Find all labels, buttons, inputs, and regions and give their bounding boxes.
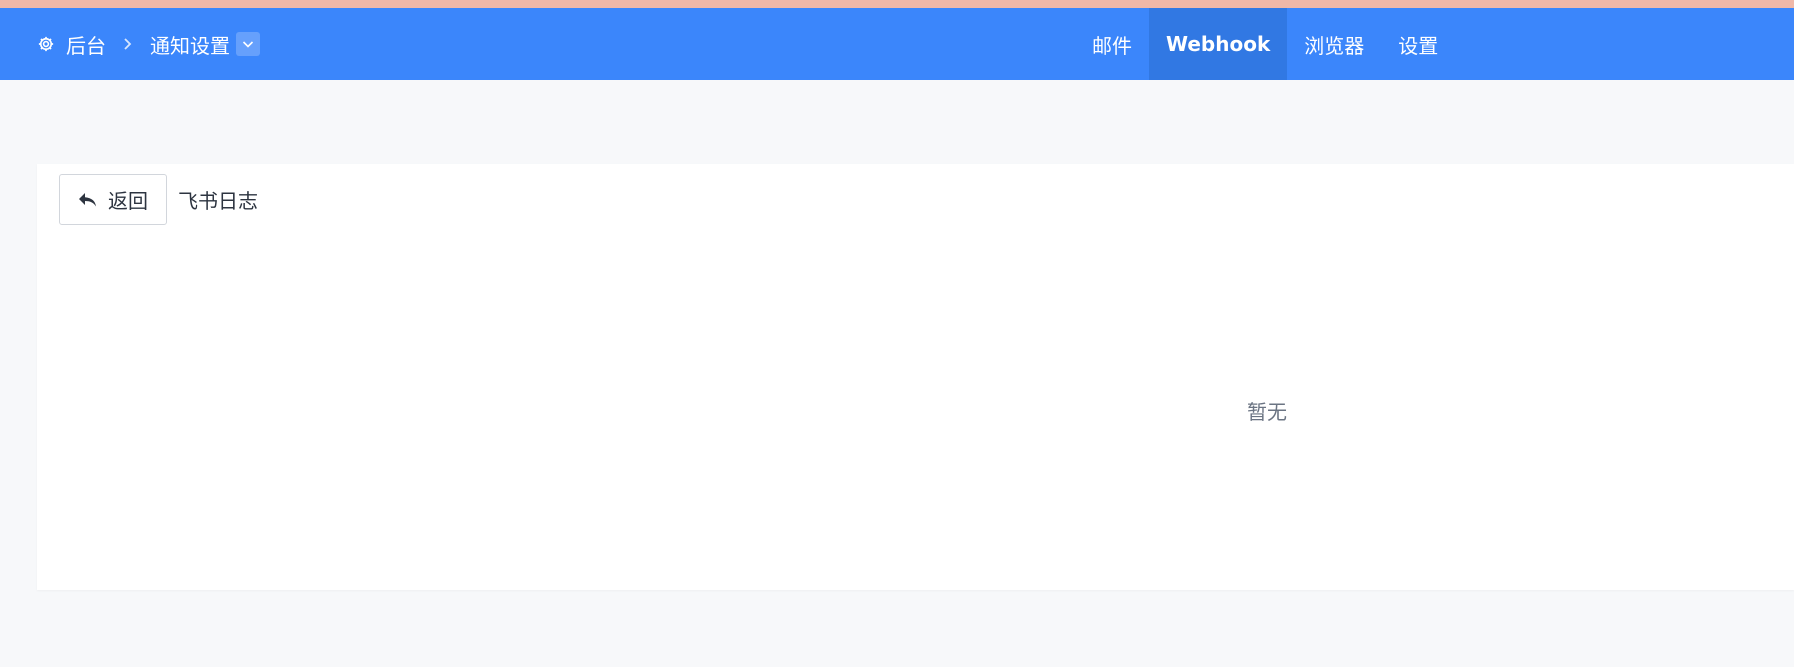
empty-state-text: 暂无 [1247,400,1287,424]
back-button-label: 返回 [108,189,148,213]
nav-item-webhook[interactable]: Webhook [1149,8,1288,80]
back-button[interactable]: 返回 [59,174,167,225]
app-header: 后台 通知设置 邮件 Webhook 浏览器 设置 [0,8,1794,80]
nav-item-settings[interactable]: 设置 [1381,8,1455,80]
log-panel: 返回 飞书日志 暂无 [37,164,1794,590]
reply-arrow-icon [78,190,100,210]
gear-icon [36,34,56,54]
breadcrumb-root-link[interactable]: 后台 [66,30,106,59]
panel-title: 飞书日志 [178,189,258,213]
nav-item-browser[interactable]: 浏览器 [1287,8,1381,80]
chevron-down-icon[interactable] [236,32,260,56]
top-color-strip [0,0,1794,8]
top-nav: 邮件 Webhook 浏览器 设置 [1075,8,1455,80]
chevron-right-icon [118,35,136,53]
breadcrumb-current: 通知设置 [150,33,230,58]
breadcrumb: 后台 通知设置 [36,8,260,80]
nav-item-email[interactable]: 邮件 [1075,8,1149,80]
